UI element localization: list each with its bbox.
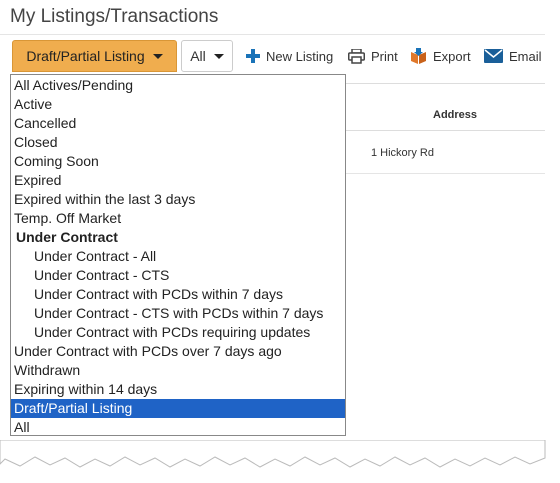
envelope-icon xyxy=(484,49,503,63)
dropdown-option[interactable]: Cancelled xyxy=(11,114,345,133)
window-frame: My Listings/Transactions Draft/Partial L… xyxy=(0,0,545,458)
plus-icon xyxy=(246,49,260,63)
dropdown-option[interactable]: Expiring within 14 days xyxy=(11,380,345,399)
status-filter-dropdown[interactable]: Draft/Partial Listing xyxy=(12,40,177,72)
new-listing-label: New Listing xyxy=(266,48,334,64)
table-row-address[interactable]: 1 Hickory Rd xyxy=(371,147,434,159)
address-header-label: Address xyxy=(433,109,478,121)
printer-icon xyxy=(348,48,365,64)
all-filter-dropdown[interactable]: All xyxy=(181,40,233,72)
dropdown-option[interactable]: All xyxy=(11,418,345,437)
dropdown-option[interactable]: Expired within the last 3 days xyxy=(11,190,345,209)
dropdown-option[interactable]: Expired xyxy=(11,171,345,190)
print-label: Print xyxy=(371,48,398,64)
page-title: My Listings/Transactions xyxy=(10,6,219,27)
print-button[interactable]: Print xyxy=(348,40,398,72)
dropdown-option[interactable]: Under Contract - CTS xyxy=(11,266,345,285)
dropdown-option[interactable]: Under Contract with PCDs requiring updat… xyxy=(11,323,345,342)
dropdown-option[interactable]: Active xyxy=(11,95,345,114)
dropdown-option[interactable]: Temp. Off Market xyxy=(11,209,345,228)
dropdown-option[interactable]: Withdrawn xyxy=(11,361,345,380)
toolbar: Draft/Partial Listing All New Listing Pr… xyxy=(10,40,545,74)
address-column-header[interactable]: Address xyxy=(345,100,545,130)
dropdown-option[interactable]: Under Contract - CTS with PCDs within 7 … xyxy=(11,304,345,323)
export-button[interactable]: Export xyxy=(410,40,471,72)
dropdown-option[interactable]: Under Contract with PCDs over 7 days ago xyxy=(11,342,345,361)
dropdown-option[interactable]: Coming Soon xyxy=(11,152,345,171)
export-icon xyxy=(411,48,426,64)
email-button[interactable]: Email xyxy=(484,40,542,72)
dropdown-option[interactable]: All Actives/Pending xyxy=(11,76,345,95)
title-divider xyxy=(0,34,545,35)
row-divider xyxy=(345,173,545,174)
header-divider xyxy=(345,130,545,131)
status-filter-label: Draft/Partial Listing xyxy=(26,48,145,64)
dropdown-option[interactable]: Draft/Partial Listing xyxy=(11,399,345,418)
dropdown-group-label: Under Contract xyxy=(16,229,118,245)
dropdown-option[interactable]: Under Contract - All xyxy=(11,247,345,266)
export-label: Export xyxy=(433,48,471,64)
caret-down-icon xyxy=(213,53,224,59)
dropdown-option[interactable]: Closed xyxy=(11,133,345,152)
caret-down-icon xyxy=(152,53,163,59)
email-label: Email xyxy=(509,48,542,64)
all-filter-label: All xyxy=(190,48,206,64)
torn-edge-bottom xyxy=(0,440,546,468)
status-dropdown-menu: All Actives/Pending Active Cancelled Closed… xyxy=(10,74,346,436)
dropdown-option[interactable]: Under Contract with PCDs within 7 days xyxy=(11,285,345,304)
new-listing-button[interactable]: New Listing xyxy=(246,40,333,72)
